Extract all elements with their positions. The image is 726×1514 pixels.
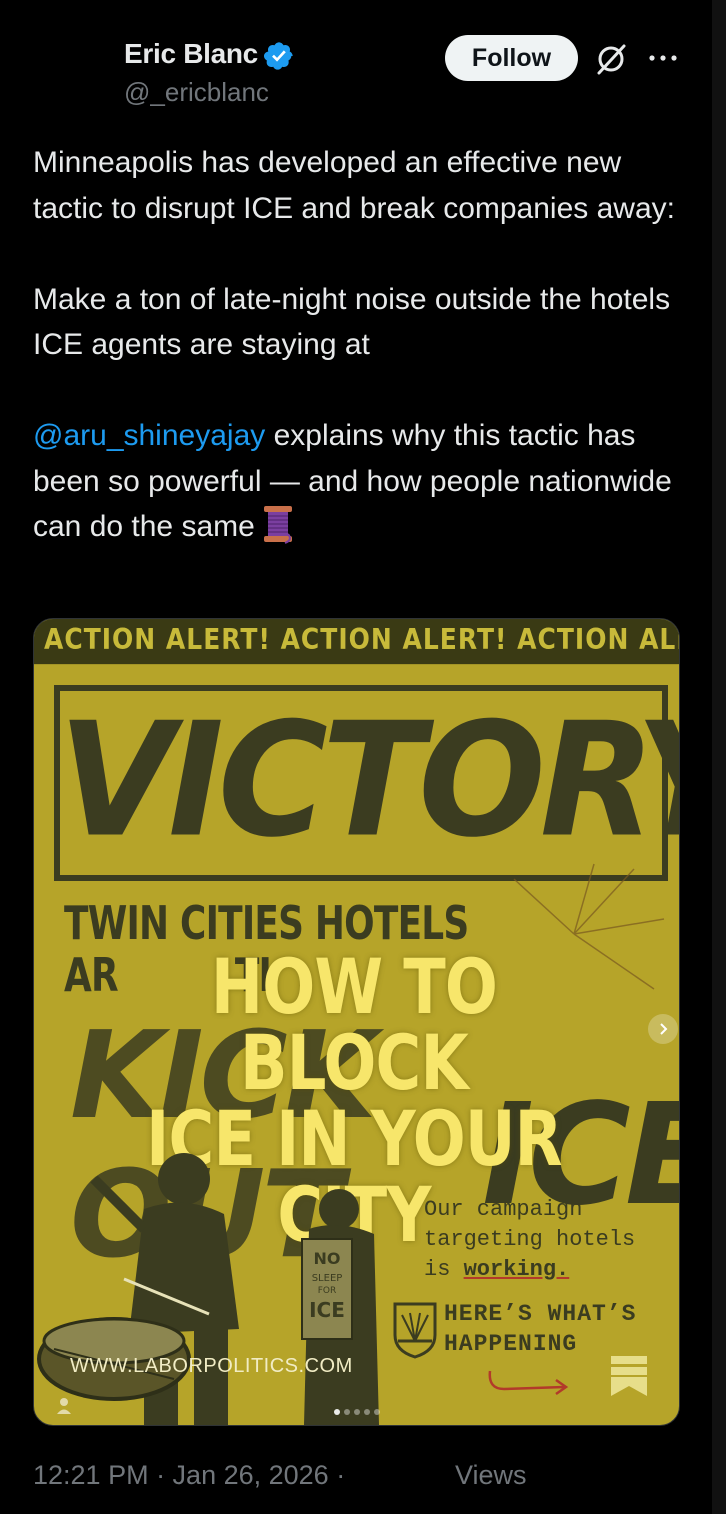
tagged-people-icon[interactable]	[56, 1397, 72, 1415]
scrollbar-track[interactable]	[712, 0, 726, 1514]
follow-button[interactable]: Follow	[445, 35, 578, 81]
poster-happening-text: HERE’S WHAT’S HAPPENING	[444, 1299, 636, 1359]
more-icon[interactable]	[648, 52, 678, 64]
organization-logo-icon	[393, 1302, 437, 1359]
grok-icon[interactable]	[594, 42, 628, 76]
tweet-paragraph-1: Minneapolis has developed an effective n…	[33, 146, 675, 225]
carousel-dot[interactable]	[374, 1409, 380, 1415]
chevron-right-icon	[660, 1023, 668, 1035]
views-label: Views	[455, 1460, 527, 1490]
bookmark-icon	[611, 1356, 647, 1396]
carousel-dot[interactable]	[334, 1409, 340, 1415]
carousel-pagination[interactable]	[334, 1409, 380, 1415]
poster-subhead-fragment-1: AR	[64, 948, 119, 1002]
next-image-button[interactable]	[648, 1014, 678, 1044]
carousel-dot[interactable]	[364, 1409, 370, 1415]
poster-campaign-line-2: targeting hotels	[424, 1227, 636, 1252]
red-arrow-icon	[488, 1370, 569, 1396]
poster-campaign-line-3: is working.	[424, 1255, 635, 1285]
poster-site-url: WWW.LABORPOLITICS.COM	[70, 1355, 353, 1377]
tweet-paragraph-3: @aru_shineyajay explains why this tactic…	[33, 413, 683, 550]
poster-banner: ACTION ALERT! ACTION ALERT! ACTION ALERT…	[34, 619, 679, 665]
poster-campaign-line-1: Our campaign	[424, 1197, 583, 1222]
tweet-text: Minneapolis has developed an effective n…	[33, 140, 683, 550]
poster-campaign-line-3-bold: working.	[463, 1257, 570, 1282]
sign-text-line-4: ICE	[309, 1298, 345, 1322]
poster-happening-line-1: HERE’S WHAT’S	[444, 1301, 637, 1327]
protesters-illustration: NO SLEEP FOR ICE	[37, 1153, 379, 1425]
tweet-media-image[interactable]: ACTION ALERT! ACTION ALERT! ACTION ALERT…	[33, 618, 680, 1426]
poster-headline-line-1: HOW TO BLOCK	[210, 942, 498, 1107]
spool-of-thread-icon	[263, 506, 292, 544]
tweet-timestamp[interactable]: 12:21 PM · Jan 26, 2026 ·	[33, 1460, 345, 1491]
poster-campaign-text: Our campaign targeting hotels is working…	[424, 1195, 635, 1285]
mention-link[interactable]: @aru_shineyajay	[33, 419, 265, 452]
author-handle[interactable]: @_ericblanc	[124, 77, 269, 108]
sign-text-line-1: NO	[314, 1249, 341, 1268]
tweet-paragraph-2: Make a ton of late-night noise outside t…	[33, 282, 671, 362]
verified-badge-icon	[264, 42, 293, 70]
carousel-dot[interactable]	[354, 1409, 360, 1415]
author-name[interactable]: Eric Blanc	[124, 38, 258, 70]
poster-happening-line-2: HAPPENING	[444, 1331, 578, 1357]
sign-text-line-2: SLEEP	[312, 1273, 343, 1284]
poster-campaign-line-3-prefix: is	[424, 1257, 464, 1282]
carousel-dot[interactable]	[344, 1409, 350, 1415]
sign-text-line-3: FOR	[318, 1286, 337, 1296]
poster-victory-text: VICTORY	[58, 689, 680, 873]
